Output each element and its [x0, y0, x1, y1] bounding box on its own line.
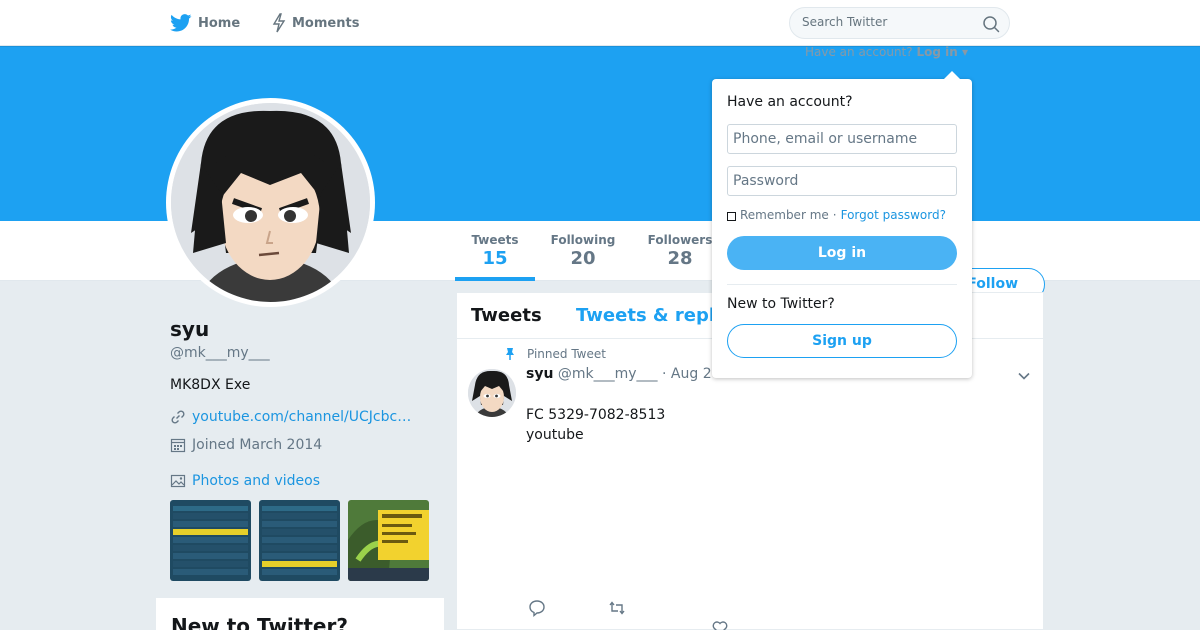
- remember-me-checkbox[interactable]: [727, 211, 736, 221]
- login-prompt-question: Have an account?: [805, 45, 913, 59]
- profile-handle[interactable]: @mk___my___: [170, 345, 270, 361]
- login-prompt: Have an account? Log in ▾: [805, 45, 968, 59]
- photo-thumbnail[interactable]: [259, 500, 340, 581]
- profile-joined-row: Joined March 2014: [170, 437, 322, 453]
- username-field[interactable]: [727, 124, 957, 154]
- tweet-header: syu @mk___my___ · Aug 2: [526, 366, 712, 382]
- search-input[interactable]: [802, 15, 972, 29]
- nav-moments-label: Moments: [292, 15, 360, 31]
- stat-tweets-count: 15: [482, 248, 508, 269]
- photos-videos-link[interactable]: Photos and videos: [170, 473, 320, 489]
- profile-bio: MK8DX Exe: [170, 377, 251, 393]
- photo-thumbnail[interactable]: [170, 500, 251, 581]
- avatar[interactable]: [166, 98, 375, 307]
- tweet-handle-date[interactable]: @mk___my___ · Aug 2: [558, 366, 712, 382]
- photo-thumbnail[interactable]: [348, 500, 429, 581]
- nav-home[interactable]: Home: [170, 12, 240, 34]
- tab-tweets-replies[interactable]: Tweets & repl: [576, 305, 715, 326]
- pin-icon: [506, 348, 514, 360]
- signup-button[interactable]: Sign up: [727, 324, 957, 358]
- link-icon: [171, 410, 185, 424]
- profile-name[interactable]: syu: [170, 317, 209, 341]
- stat-following-label: Following: [550, 233, 616, 247]
- profile-url[interactable]: youtube.com/channel/UCJcbc…: [192, 409, 411, 425]
- image-icon: [170, 474, 186, 488]
- login-link-label: Log in: [916, 45, 958, 59]
- login-button[interactable]: Log in: [727, 236, 957, 270]
- remember-me-label[interactable]: Remember me: [740, 208, 829, 222]
- reply-icon[interactable]: [528, 599, 546, 617]
- stat-followers[interactable]: Followers 28: [640, 233, 720, 269]
- pinned-tweet-indicator: Pinned Tweet: [503, 347, 606, 361]
- nav-moments[interactable]: Moments: [272, 12, 359, 34]
- new-to-twitter-label: New to Twitter?: [727, 296, 835, 312]
- login-dropdown-toggle[interactable]: Log in ▾: [916, 45, 968, 59]
- twitter-bird-icon: [170, 14, 192, 32]
- pinned-label: Pinned Tweet: [527, 347, 606, 361]
- tweet-avatar[interactable]: [468, 369, 516, 417]
- chevron-down-icon[interactable]: [1017, 369, 1031, 383]
- tweet-author-name[interactable]: syu: [526, 366, 553, 382]
- search-box: [789, 7, 1010, 39]
- new-to-twitter-card-title: New to Twitter?: [171, 614, 348, 630]
- calendar-icon: [170, 438, 186, 453]
- tweet-text: FC 5329-7082-8513 youtube: [526, 405, 665, 445]
- profile-joined: Joined March 2014: [192, 437, 323, 453]
- caret-down-icon: ▾: [961, 45, 968, 59]
- nav-home-label: Home: [198, 15, 241, 31]
- stat-tweets[interactable]: Tweets 15: [455, 233, 535, 281]
- heart-icon[interactable]: [711, 619, 729, 630]
- stat-tweets-label: Tweets: [471, 233, 519, 247]
- divider: [727, 284, 957, 285]
- login-dropdown: Have an account? Remember me · Forgot pa…: [712, 71, 972, 378]
- password-field[interactable]: [727, 166, 957, 196]
- forgot-password-link[interactable]: Forgot password?: [841, 208, 946, 222]
- remember-me-row: Remember me · Forgot password?: [727, 208, 946, 222]
- login-dropdown-title: Have an account?: [727, 94, 853, 110]
- separator-dot: ·: [832, 208, 837, 222]
- top-nav: Home Moments: [0, 0, 1200, 46]
- tweet-text-line[interactable]: youtube: [526, 425, 665, 445]
- lightning-icon: [272, 13, 286, 33]
- tab-tweets[interactable]: Tweets: [471, 305, 542, 326]
- stat-following[interactable]: Following 20: [543, 233, 623, 269]
- stat-followers-count: 28: [667, 248, 693, 269]
- stat-following-count: 20: [570, 248, 596, 269]
- avatar-image: [171, 103, 370, 302]
- profile-url-row[interactable]: youtube.com/channel/UCJcbc…: [170, 409, 411, 425]
- new-to-twitter-card: New to Twitter?: [156, 598, 444, 630]
- tweet-text-line: FC 5329-7082-8513: [526, 407, 666, 423]
- photos-videos-label: Photos and videos: [192, 473, 321, 489]
- retweet-icon[interactable]: [608, 599, 626, 617]
- search-icon[interactable]: [982, 15, 1000, 33]
- stat-followers-label: Followers: [647, 233, 713, 247]
